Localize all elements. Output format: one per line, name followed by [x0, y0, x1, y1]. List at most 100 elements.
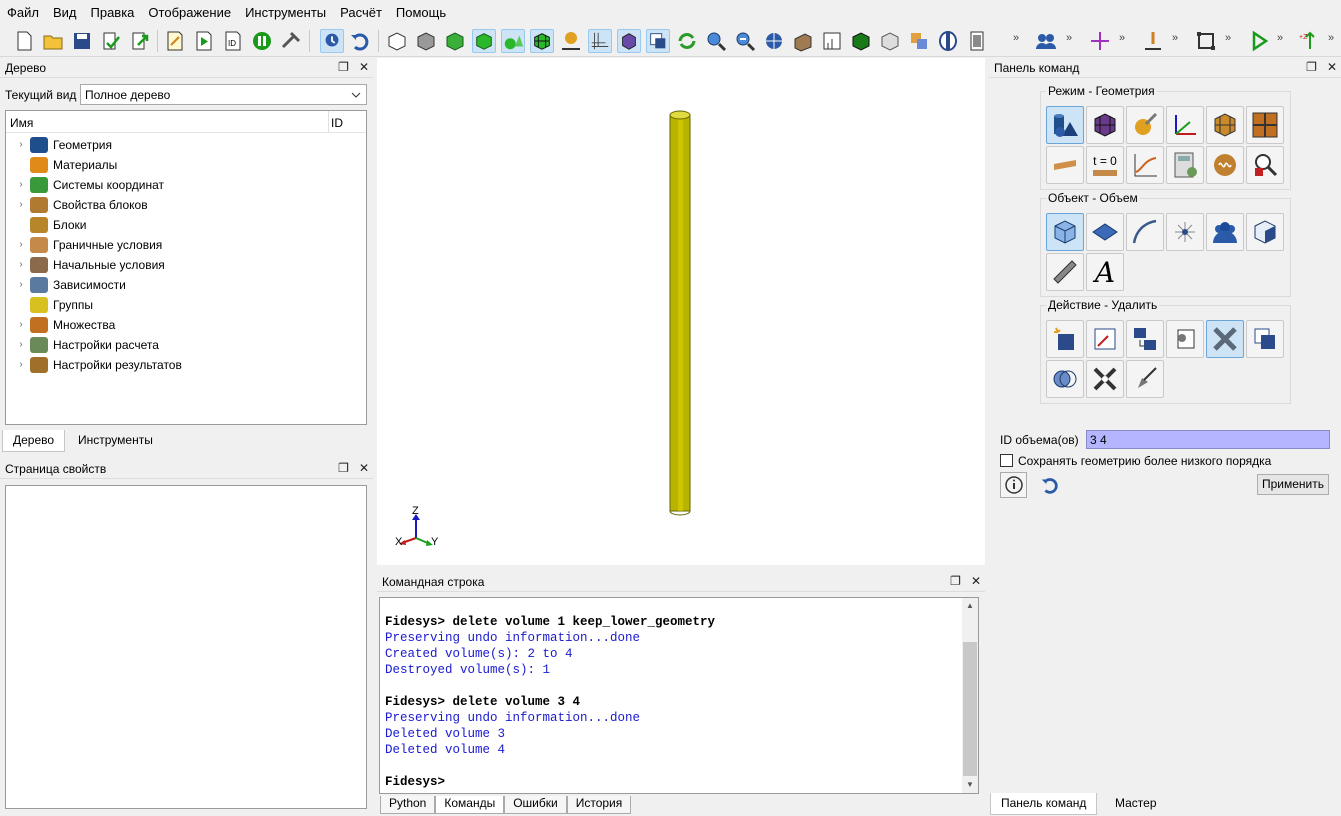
object-text-button[interactable]: A [1086, 253, 1124, 291]
mode-initial-button[interactable]: t = 0 [1086, 146, 1124, 184]
float-icon[interactable]: ❐ [950, 574, 961, 588]
expand-arrow-icon[interactable]: › [12, 355, 30, 375]
undo-icon[interactable] [348, 29, 372, 53]
export-icon[interactable] [128, 29, 152, 53]
tab-errors[interactable]: Ошибки [504, 796, 567, 814]
crosshair-icon[interactable] [1088, 29, 1112, 53]
pause-icon[interactable] [250, 29, 274, 53]
expand-arrow-icon[interactable]: › [12, 255, 30, 275]
rotate-view-icon[interactable] [762, 29, 786, 53]
mode-blocks-button[interactable] [1206, 106, 1244, 144]
mode-coordinates-button[interactable] [1166, 106, 1204, 144]
expand-arrow-icon[interactable]: › [12, 195, 30, 215]
toolbar-more-4-icon[interactable]: » [1172, 32, 1178, 44]
toolbar-more-6-icon[interactable]: » [1277, 32, 1283, 44]
reset-icon[interactable] [1038, 474, 1062, 496]
tab-commands[interactable]: Команды [435, 796, 505, 814]
object-volume-button[interactable] [1046, 213, 1084, 251]
action-transform-button[interactable] [1126, 320, 1164, 358]
open-folder-icon[interactable] [41, 29, 65, 53]
tab-wizard[interactable]: Мастер [1105, 793, 1167, 815]
tree-view[interactable]: Имя ID › Геометрия Материалы › Системы коорд… [5, 110, 367, 425]
action-create-button[interactable] [1046, 320, 1084, 358]
mode-dependencies-button[interactable] [1126, 146, 1164, 184]
play-icon[interactable] [1247, 29, 1271, 53]
mode-sets-button[interactable] [1246, 106, 1284, 144]
tab-tree[interactable]: Дерево [2, 430, 66, 452]
bounding-box-icon[interactable] [1194, 29, 1218, 53]
float-icon[interactable]: ❐ [338, 461, 349, 475]
toolbar-more-1-icon[interactable]: » [1013, 32, 1019, 44]
tree-item[interactable]: › Граничные условия [12, 235, 162, 255]
float-icon[interactable]: ❐ [1306, 60, 1317, 74]
mode-mesh-button[interactable] [1086, 106, 1124, 144]
properties-page[interactable] [5, 485, 367, 809]
green-cube-icon[interactable] [443, 29, 467, 53]
zoom-in-icon[interactable] [704, 29, 728, 53]
object-vertex-button[interactable] [1166, 213, 1204, 251]
connection-icon[interactable] [559, 29, 583, 53]
action-copy-button[interactable] [1246, 320, 1284, 358]
close-icon[interactable]: ✕ [359, 461, 369, 475]
scroll-down-icon[interactable]: ▼ [966, 780, 974, 789]
mode-geometry-button[interactable] [1046, 106, 1084, 144]
mode-results-button[interactable] [1206, 146, 1244, 184]
expand-arrow-icon[interactable]: › [12, 315, 30, 335]
toolbar-more-7-icon[interactable]: » [1328, 32, 1334, 44]
menu-calculation[interactable]: Расчёт [333, 0, 389, 26]
action-delete-button[interactable] [1206, 320, 1244, 358]
action-split-button[interactable] [1086, 360, 1124, 398]
tree-col-name[interactable]: Имя [10, 116, 33, 130]
object-body-button[interactable] [1246, 213, 1284, 251]
box-view-icon[interactable] [791, 29, 815, 53]
scroll-up-icon[interactable]: ▲ [966, 601, 974, 610]
object-surface-button[interactable] [1086, 213, 1124, 251]
command-output[interactable]: Fidesys> delete volume 1 keep_lower_geom… [379, 597, 979, 794]
tree-item[interactable]: › Начальные условия [12, 255, 165, 275]
action-settings-button[interactable] [1166, 320, 1204, 358]
pattern-icon[interactable] [907, 29, 931, 53]
mesh-cube-icon[interactable] [530, 29, 554, 53]
shapes-icon[interactable] [501, 29, 525, 53]
shaded-cube-icon[interactable] [472, 29, 496, 53]
id-volumes-input[interactable]: 3 4 [1086, 430, 1330, 449]
toolbar-more-3-icon[interactable]: » [1119, 32, 1125, 44]
film-icon[interactable] [965, 29, 989, 53]
mode-boundary-button[interactable] [1046, 146, 1084, 184]
menu-view[interactable]: Вид [46, 0, 84, 26]
build-icon[interactable] [279, 29, 303, 53]
menu-tools[interactable]: Инструменты [238, 0, 333, 26]
object-curve-button[interactable] [1126, 213, 1164, 251]
keep-lower-geometry-checkbox[interactable] [1000, 454, 1013, 467]
tree-item[interactable]: › Множества [12, 315, 115, 335]
undo-history-icon[interactable] [320, 29, 344, 53]
tree-item[interactable]: Материалы [12, 155, 117, 175]
action-modify-button[interactable] [1086, 320, 1124, 358]
close-icon[interactable]: ✕ [359, 60, 369, 74]
tab-command-panel[interactable]: Панель команд [990, 793, 1098, 815]
menu-edit[interactable]: Правка [84, 0, 142, 26]
scrollbar-thumb[interactable] [963, 642, 977, 776]
wireframe-cube-icon[interactable] [385, 29, 409, 53]
refresh-icon[interactable] [675, 29, 699, 53]
run-script-icon[interactable] [192, 29, 216, 53]
expand-arrow-icon[interactable]: › [12, 235, 30, 255]
ruler-view-icon[interactable] [820, 29, 844, 53]
mode-materials-button[interactable] [1126, 106, 1164, 144]
tree-item[interactable]: Группы [12, 295, 93, 315]
tree-item[interactable]: › Системы координат [12, 175, 164, 195]
tree-item[interactable]: › Настройки результатов [12, 355, 182, 375]
tree-col-id[interactable]: ID [331, 116, 343, 130]
toolbar-more-5-icon[interactable]: » [1225, 32, 1231, 44]
lens-icon[interactable] [936, 29, 960, 53]
float-icon[interactable]: ❐ [338, 60, 349, 74]
expand-arrow-icon[interactable]: › [12, 175, 30, 195]
mode-inspect-button[interactable] [1246, 146, 1284, 184]
green-dark-cube-icon[interactable] [849, 29, 873, 53]
gray-cube-icon[interactable] [414, 29, 438, 53]
window-overlay-icon[interactable] [646, 29, 670, 53]
tree-item[interactable]: › Зависимости [12, 275, 126, 295]
info-button[interactable] [1000, 472, 1027, 498]
tab-tools[interactable]: Инструменты [68, 430, 163, 452]
tree-item[interactable]: › Геометрия [12, 135, 112, 155]
